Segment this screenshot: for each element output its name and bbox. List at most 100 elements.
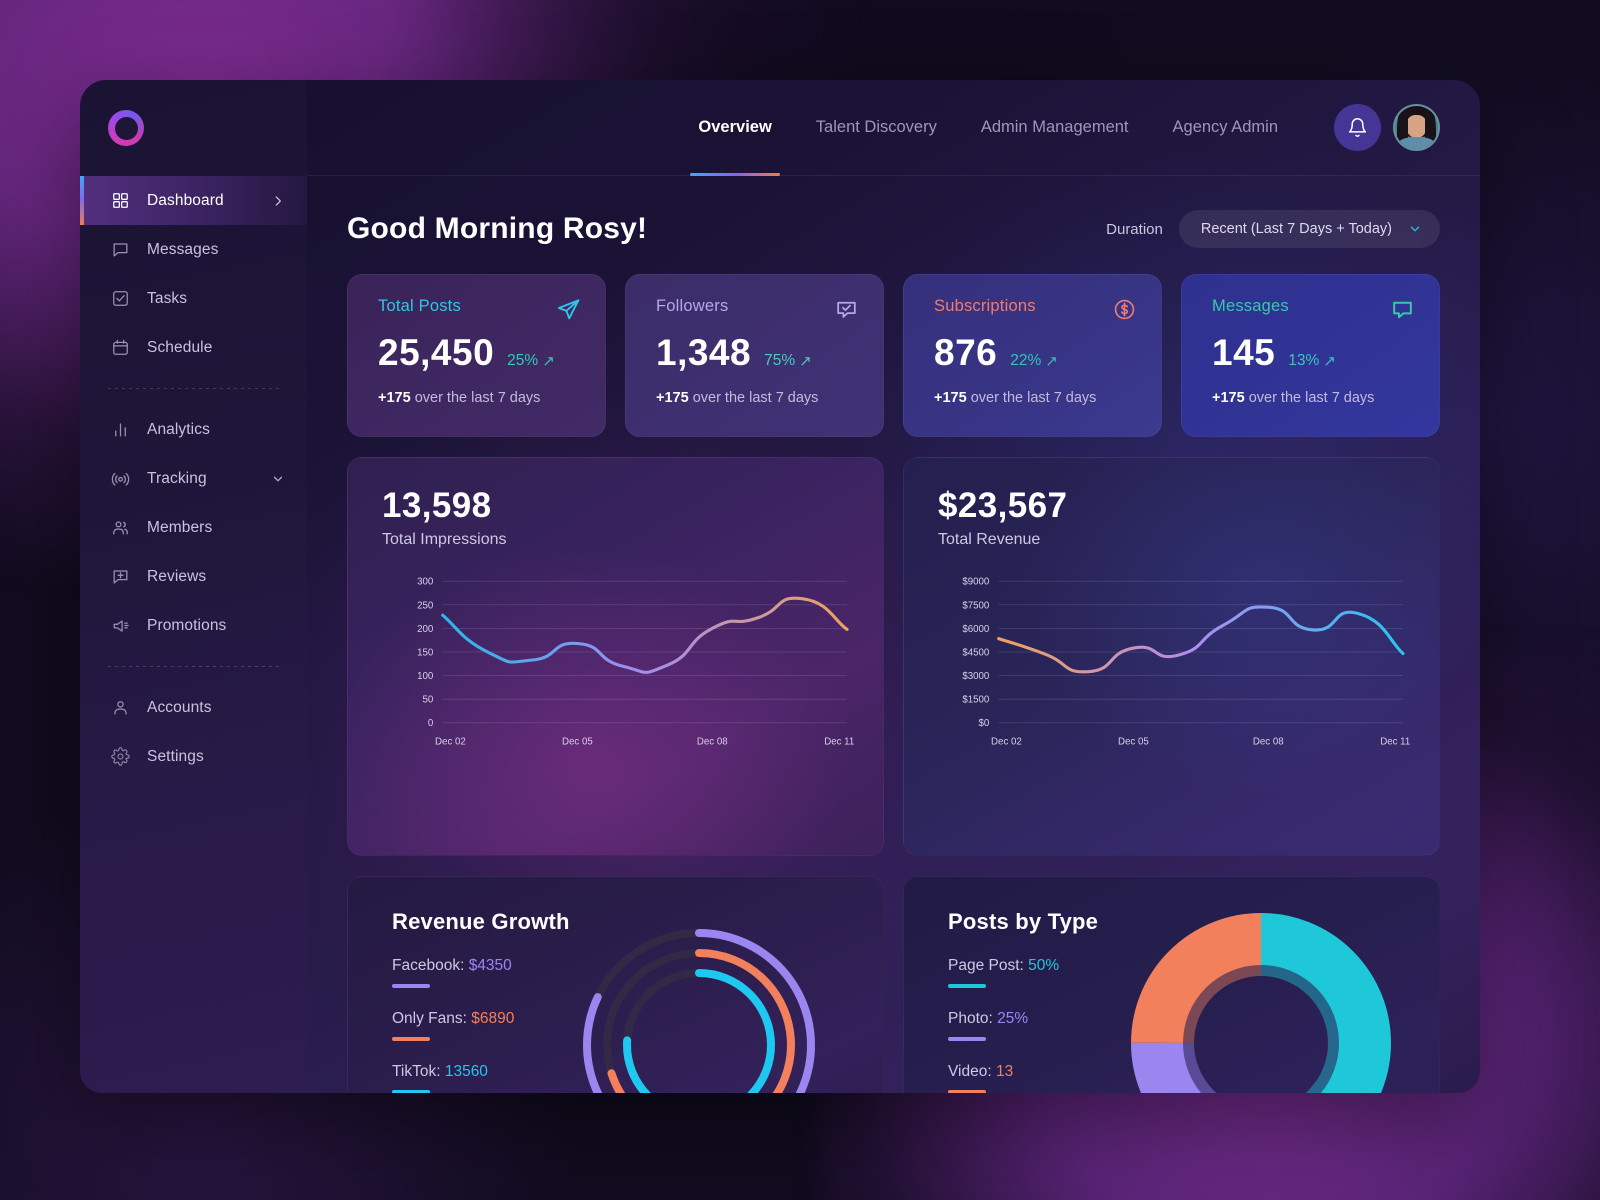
sidebar-item-label: Tracking xyxy=(147,469,207,487)
calendar-icon xyxy=(109,337,131,359)
svg-text:$3000: $3000 xyxy=(962,671,990,682)
sidebar-item-schedule[interactable]: Schedule xyxy=(80,323,307,372)
donut-svg xyxy=(1131,913,1391,1093)
svg-text:Dec 05: Dec 05 xyxy=(562,737,593,748)
sidebar-item-analytics[interactable]: Analytics xyxy=(80,405,307,454)
sidebar-divider xyxy=(108,388,279,389)
avatar[interactable] xyxy=(1393,104,1440,151)
sidebar-item-settings[interactable]: Settings xyxy=(80,732,307,781)
kpi-delta: +175 over the last 7 days xyxy=(656,390,859,406)
sidebar-divider xyxy=(108,666,279,667)
sidebar-item-tracking[interactable]: Tracking xyxy=(80,454,307,503)
gear-icon xyxy=(109,746,131,768)
sidebar-item-accounts[interactable]: Accounts xyxy=(80,683,307,732)
megaphone-icon xyxy=(109,615,131,637)
message-icon xyxy=(109,239,131,261)
svg-text:Dec 11: Dec 11 xyxy=(1380,737,1410,748)
kpi-card-messages[interactable]: Messages 145 13% ↗ +175 over the last 7 days xyxy=(1181,274,1440,437)
duration-select[interactable]: Recent (Last 7 Days + Today) xyxy=(1178,210,1440,248)
kpi-percent-text: 13% xyxy=(1288,352,1320,369)
kpi-percent-text: 75% xyxy=(764,352,796,369)
notification-bell-button[interactable] xyxy=(1334,104,1381,151)
kpi-card-subscriptions[interactable]: Subscriptions 876 22% ↗ +175 over the last 7… xyxy=(903,274,1162,437)
posts-by-type-donut xyxy=(1111,893,1411,1093)
line-chart-svg: 300 250 200 150 100 50 0Dec 02 Dec 05 Dec 08 Dec … xyxy=(417,577,854,748)
svg-text:$4500: $4500 xyxy=(962,647,990,658)
revenue-total: $23,567 xyxy=(938,486,1068,525)
svg-text:50: 50 xyxy=(423,695,434,706)
sidebar-item-reviews[interactable]: Reviews xyxy=(80,552,307,601)
kpi-delta-value: +175 xyxy=(934,390,967,406)
kpi-percent: 25% ↗ xyxy=(507,352,555,370)
line-chart-svg: $9000 $7500 $6000 $4500 $3000 $1500 $0Dec 02 De… xyxy=(962,577,1410,748)
sidebar-item-dashboard[interactable]: Dashboard xyxy=(80,176,307,225)
trend-up-arrow-icon: ↗ xyxy=(799,353,812,370)
svg-text:Dec 11: Dec 11 xyxy=(824,737,854,748)
send-plane-icon xyxy=(556,297,581,322)
chevron-down-icon[interactable] xyxy=(271,472,285,486)
page-content: Good Morning Rosy! Duration Recent (Last… xyxy=(307,176,1480,1093)
kpi-value: 25,450 xyxy=(378,332,495,373)
legend-label: Only Fans: xyxy=(392,1010,472,1027)
kpi-delta-value: +175 xyxy=(1212,390,1245,406)
revenue-chart-card: $23,567 Total Revenue $9000 $7500 $6000 $45… xyxy=(903,457,1440,856)
sidebar-item-label: Promotions xyxy=(147,616,227,634)
legend-label: Facebook: xyxy=(392,957,469,974)
tab-admin-management[interactable]: Admin Management xyxy=(959,80,1151,176)
kpi-delta-value: +175 xyxy=(378,390,411,406)
tab-talent-discovery[interactable]: Talent Discovery xyxy=(794,80,959,176)
sidebar-item-label: Accounts xyxy=(147,698,212,716)
kpi-value: 1,348 xyxy=(656,332,752,373)
donut-chart-row: Revenue Growth Facebook: $4350 Only Fans:… xyxy=(347,876,1440,1093)
kpi-percent-text: 25% xyxy=(507,352,539,369)
brand-logo[interactable] xyxy=(80,80,307,176)
radar-icon xyxy=(109,468,131,490)
tab-overview[interactable]: Overview xyxy=(676,80,793,176)
kpi-delta-suffix: over the last 7 days xyxy=(410,390,541,406)
legend-color-bar xyxy=(948,1037,986,1041)
legend-label: TikTok: xyxy=(392,1063,445,1080)
chat-bubble-icon xyxy=(1390,297,1415,322)
tab-agency-admin[interactable]: Agency Admin xyxy=(1151,80,1300,176)
sidebar: Dashboard Messages Tasks Schedule Analytics T… xyxy=(80,80,307,1093)
kpi-delta-suffix: over the last 7 days xyxy=(966,390,1097,406)
sidebar-item-messages[interactable]: Messages xyxy=(80,225,307,274)
svg-text:$7500: $7500 xyxy=(962,600,990,611)
duration-label: Duration xyxy=(1106,220,1163,238)
sidebar-item-tasks[interactable]: Tasks xyxy=(80,274,307,323)
tab-label: Overview xyxy=(698,118,772,136)
legend-value: $6890 xyxy=(471,1010,515,1027)
kpi-percent: 13% ↗ xyxy=(1288,352,1336,370)
svg-text:250: 250 xyxy=(417,600,434,611)
trend-up-arrow-icon: ↗ xyxy=(1045,353,1058,370)
sidebar-item-members[interactable]: Members xyxy=(80,503,307,552)
svg-text:0: 0 xyxy=(428,718,434,729)
sidebar-item-promotions[interactable]: Promotions xyxy=(80,601,307,650)
impressions-plot: 300 250 200 150 100 50 0 Dec 02 Dec 05 Dec 08 Dec … xyxy=(382,575,861,754)
kpi-card-total-posts[interactable]: Total Posts 25,450 25% ↗ +175 over the last … xyxy=(347,274,606,437)
user-icon xyxy=(109,697,131,719)
main-area: Overview Talent Discovery Admin Management… xyxy=(307,80,1480,1093)
legend-value: 25% xyxy=(997,1010,1029,1027)
impressions-chart-card: 13,598 Total Impressions 300 250 200 150 100… xyxy=(347,457,884,856)
page-header: Good Morning Rosy! Duration Recent (Last… xyxy=(347,176,1440,274)
kpi-delta: +175 over the last 7 days xyxy=(1212,390,1415,406)
trend-up-arrow-icon: ↗ xyxy=(1323,353,1336,370)
line-chart-row: 13,598 Total Impressions 300 250 200 150 100… xyxy=(347,457,1440,856)
kpi-card-followers[interactable]: Followers 1,348 75% ↗ +175 over the last 7 d… xyxy=(625,274,884,437)
kpi-title: Total Posts xyxy=(378,297,461,315)
svg-text:100: 100 xyxy=(417,671,434,682)
svg-text:Dec 02: Dec 02 xyxy=(991,737,1022,748)
data-line xyxy=(997,605,1405,674)
legend-color-bar xyxy=(948,1090,986,1093)
sidebar-item-label: Tasks xyxy=(147,289,188,307)
revenue-growth-card: Revenue Growth Facebook: $4350 Only Fans:… xyxy=(347,876,884,1093)
revenue-plot: $9000 $7500 $6000 $4500 $3000 $1500 $0 Dec 02 De… xyxy=(938,575,1417,754)
review-plus-icon xyxy=(109,566,131,588)
bar-chart-icon xyxy=(109,419,131,441)
kpi-percent-text: 22% xyxy=(1010,352,1042,369)
chevron-right-icon[interactable] xyxy=(271,194,285,208)
kpi-delta-suffix: over the last 7 days xyxy=(688,390,819,406)
sidebar-item-label: Dashboard xyxy=(147,191,224,209)
kpi-delta: +175 over the last 7 days xyxy=(934,390,1137,406)
